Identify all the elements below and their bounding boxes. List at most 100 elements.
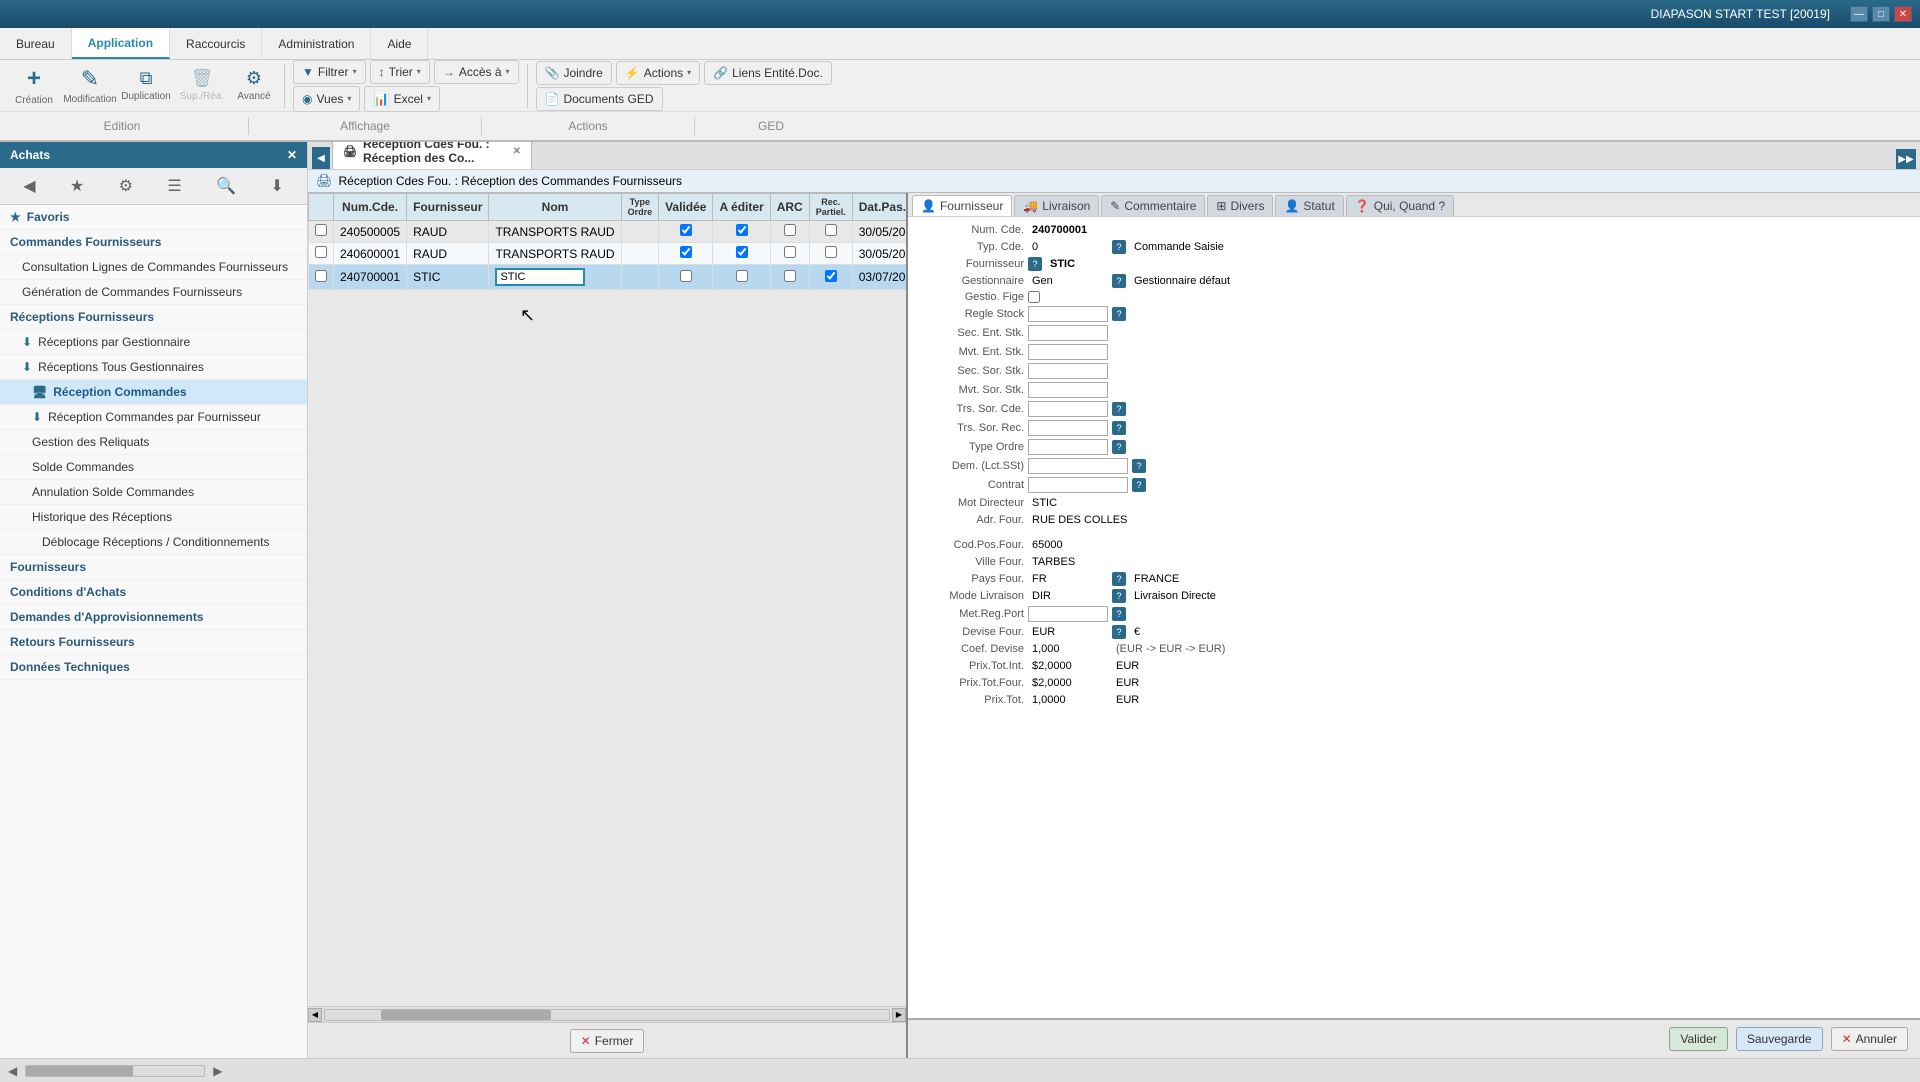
help-gestionnaire[interactable]: ? (1112, 274, 1126, 288)
row1-arc[interactable] (784, 224, 796, 236)
sidebar-nav-download[interactable]: ⬇ (264, 174, 289, 198)
menu-raccourcis[interactable]: Raccourcis (170, 28, 262, 59)
input-dem-lct-sst[interactable] (1028, 458, 1128, 474)
help-regle-stock[interactable]: ? (1112, 307, 1126, 321)
excel-btn[interactable]: 📊 Excel ▾ (364, 86, 440, 112)
sidebar-item-receptions-fournisseurs[interactable]: Réceptions Fournisseurs (0, 305, 307, 330)
liens-entite-btn[interactable]: 🔗 Liens Entité.Doc. (704, 61, 832, 85)
fermer-btn[interactable]: ✕ Fermer (570, 1029, 645, 1053)
valider-btn[interactable]: Valider (1669, 1027, 1727, 1051)
duplication-btn[interactable]: ⧉ Duplication (120, 59, 172, 113)
row1-validee[interactable] (680, 224, 692, 236)
input-contrat[interactable] (1028, 477, 1128, 493)
col-rec-partiel[interactable]: Rec.Partiel. (809, 194, 852, 221)
sidebar-item-consultation-lignes[interactable]: Consultation Lignes de Commandes Fournis… (0, 255, 307, 280)
row3-rec-partiel[interactable] (825, 270, 837, 282)
tab-close-btn[interactable]: ✕ (513, 146, 521, 157)
row2-validee[interactable] (680, 246, 692, 258)
sidebar-item-favoris[interactable]: ★ Favoris (0, 205, 307, 230)
col-fournisseur[interactable]: Fournisseur (407, 194, 489, 221)
footer-left-arrow[interactable]: ◀ (8, 1064, 17, 1078)
sidebar-nav-gear[interactable]: ⚙ (113, 174, 139, 198)
sidebar-item-fournisseurs[interactable]: Fournisseurs (0, 555, 307, 580)
row3-arc[interactable] (784, 270, 796, 282)
sauvegarde-btn[interactable]: Sauvegarde (1736, 1027, 1823, 1051)
sidebar-item-receptions-gestionnaire[interactable]: ⬇ Réceptions par Gestionnaire (0, 330, 307, 355)
sidebar-item-reception-commandes[interactable]: 🖥 Réception Commandes (0, 380, 307, 405)
input-sec-sor-stk[interactable] (1028, 363, 1108, 379)
help-type-ordre[interactable]: ? (1112, 440, 1126, 454)
row2-select[interactable] (315, 246, 327, 258)
col-a-editer[interactable]: A éditer (713, 194, 770, 221)
help-dem-lct-sst[interactable]: ? (1132, 459, 1146, 473)
help-pays-four[interactable]: ? (1112, 572, 1126, 586)
footer-right-arrow[interactable]: ▶ (213, 1064, 222, 1078)
tab-reception-cdes[interactable]: 🖨 Réception Cdes Fou. : Réception des Co… (332, 142, 532, 169)
sidebar-nav-list[interactable]: ☰ (161, 174, 187, 198)
tab-statut[interactable]: 👤 Statut (1275, 195, 1343, 216)
sidebar-item-annulation-solde[interactable]: Annulation Solde Commandes (0, 480, 307, 505)
row3-nom-input[interactable] (495, 268, 585, 286)
help-trs-sor-rec[interactable]: ? (1112, 421, 1126, 435)
actions-btn[interactable]: ⚡ Actions ▾ (616, 61, 700, 85)
help-contrat[interactable]: ? (1132, 478, 1146, 492)
col-nom[interactable]: Nom (489, 194, 621, 221)
tab-divers[interactable]: ⊞ Divers (1207, 195, 1273, 216)
row1-rec-partiel[interactable] (825, 224, 837, 236)
row2-a-editer[interactable] (736, 246, 748, 258)
tab-qui-quand[interactable]: ❓ Qui, Quand ? (1346, 195, 1454, 216)
col-type-ordre[interactable]: TypeOrdre (621, 194, 659, 221)
joindre-btn[interactable]: 📎 Joindre (536, 61, 612, 85)
sidebar-item-historique-receptions[interactable]: Historique des Réceptions (0, 505, 307, 530)
help-fournisseur[interactable]: ? (1028, 257, 1042, 271)
sidebar-item-receptions-tous[interactable]: ⬇ Réceptions Tous Gestionnaires (0, 355, 307, 380)
scrollbar-track[interactable] (324, 1009, 890, 1021)
vues-btn[interactable]: ◉ Vues ▾ (293, 86, 360, 112)
row3-validee[interactable] (680, 270, 692, 282)
close-btn[interactable]: ✕ (1894, 6, 1912, 22)
row1-a-editer[interactable] (736, 224, 748, 236)
sidebar-item-reception-commandes-fournisseur[interactable]: ⬇ Réception Commandes par Fournisseur (0, 405, 307, 430)
sidebar-item-conditions-achats[interactable]: Conditions d'Achats (0, 580, 307, 605)
sidebar-item-commandes-fournisseurs[interactable]: Commandes Fournisseurs (0, 230, 307, 255)
tab-expand-btn[interactable]: ▶▶ (1896, 149, 1916, 169)
input-met-reg-port[interactable] (1028, 606, 1108, 622)
minimize-btn[interactable]: — (1850, 6, 1868, 22)
help-met-reg-port[interactable]: ? (1112, 607, 1126, 621)
table-row[interactable]: 240700001 STIC 03/07/2024 (309, 265, 907, 290)
input-sec-ent-stk[interactable] (1028, 325, 1108, 341)
input-mvt-sor-stk[interactable] (1028, 382, 1108, 398)
modification-btn[interactable]: ✎ Modification (64, 59, 116, 113)
creation-btn[interactable]: + Création (8, 59, 60, 113)
help-trs-sor-cde[interactable]: ? (1112, 402, 1126, 416)
menu-application[interactable]: Application (72, 28, 170, 59)
tab-nav-btn[interactable]: ◀ (312, 147, 330, 169)
row2-rec-partiel[interactable] (825, 246, 837, 258)
tab-fournisseur[interactable]: 👤 Fournisseur (912, 195, 1012, 216)
table-scrollbar[interactable]: ◀ ▶ (308, 1006, 906, 1022)
input-type-ordre[interactable] (1028, 439, 1108, 455)
help-mode-livraison[interactable]: ? (1112, 589, 1126, 603)
col-dat-pas-defaut[interactable]: Dat.Pas.Défaut (852, 194, 906, 221)
documents-ged-btn[interactable]: 📄 Documents GED (536, 87, 663, 111)
table-row[interactable]: 240600001 RAUD TRANSPORTS RAUD 30/05/202… (309, 243, 907, 265)
tab-commentaire[interactable]: ✎ Commentaire (1101, 195, 1205, 216)
sidebar-item-solde-commandes[interactable]: Solde Commandes (0, 455, 307, 480)
input-regle-stock[interactable] (1028, 306, 1108, 322)
sidebar-item-generation-commandes[interactable]: Génération de Commandes Fournisseurs (0, 280, 307, 305)
help-devise-four[interactable]: ? (1112, 625, 1126, 639)
sup-rea-btn[interactable]: 🗑 Sup./Réa. (176, 59, 228, 113)
input-mvt-ent-stk[interactable] (1028, 344, 1108, 360)
row1-select[interactable] (315, 224, 327, 236)
sidebar-nav-search[interactable]: 🔍 (210, 174, 242, 198)
col-validee[interactable]: Validée (659, 194, 713, 221)
sidebar-close-btn[interactable]: ✕ (287, 148, 297, 162)
row2-arc[interactable] (784, 246, 796, 258)
tab-livraison[interactable]: 🚚 Livraison (1014, 195, 1099, 216)
input-trs-sor-rec[interactable] (1028, 420, 1108, 436)
menu-aide[interactable]: Aide (371, 28, 428, 59)
input-trs-sor-cde[interactable] (1028, 401, 1108, 417)
window-controls[interactable]: — □ ✕ (1850, 6, 1912, 22)
acces-a-btn[interactable]: → Accès à ▾ (434, 60, 519, 84)
sidebar-nav-star[interactable]: ★ (64, 174, 90, 198)
